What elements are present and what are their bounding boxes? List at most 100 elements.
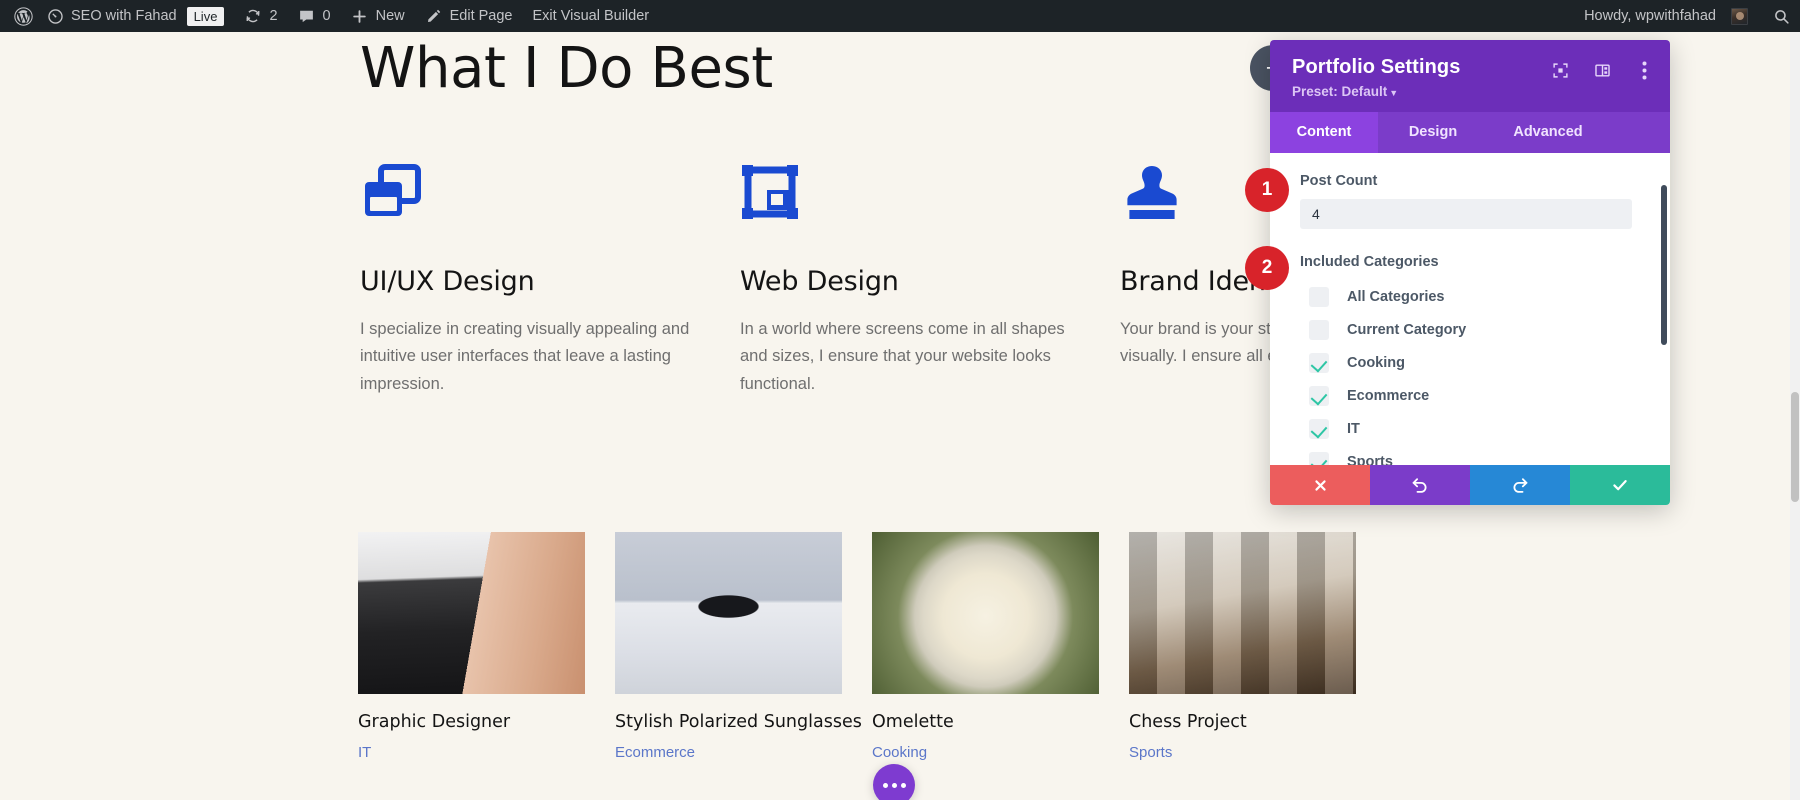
new-content-menu[interactable]: New xyxy=(341,0,415,32)
category-option-all-categories[interactable]: All Categories xyxy=(1300,280,1644,313)
portfolio-item-category[interactable]: Sports xyxy=(1129,744,1356,761)
tab-design[interactable]: Design xyxy=(1378,112,1488,153)
service-body: In a world where screens come in all sha… xyxy=(740,320,1065,393)
modal-body: Post Count Included Categories All Categ… xyxy=(1270,153,1670,465)
post-count-field: Post Count xyxy=(1300,173,1644,229)
portfolio-item-category[interactable]: IT xyxy=(358,744,585,761)
checkbox[interactable] xyxy=(1309,286,1329,307)
tab-content[interactable]: Content xyxy=(1270,112,1378,153)
exit-visual-builder-label: Exit Visual Builder xyxy=(532,8,650,24)
portfolio-item[interactable]: Graphic Designer IT xyxy=(358,532,585,761)
admin-bar-left-group: SEO with Fahad Live 2 0 New Edit Page Ex… xyxy=(0,0,659,32)
redo-button[interactable] xyxy=(1470,465,1570,505)
save-button[interactable] xyxy=(1570,465,1670,505)
portfolio-item-category[interactable]: Cooking xyxy=(872,744,1099,761)
panel-layout-icon[interactable] xyxy=(1592,60,1612,80)
updates-icon xyxy=(244,7,262,25)
page-scrollbar[interactable] xyxy=(1790,32,1800,800)
service-card: Web Design In a world where screens come… xyxy=(740,164,1120,398)
site-name-label: SEO with Fahad xyxy=(71,8,177,24)
edit-page-label: Edit Page xyxy=(449,8,513,24)
service-title: Web Design xyxy=(740,266,899,297)
settings-form: Post Count Included Categories All Categ… xyxy=(1270,153,1670,465)
focus-target-icon[interactable] xyxy=(1550,60,1570,80)
category-checkbox-list: All Categories Current Category Cooking xyxy=(1300,280,1644,465)
dot xyxy=(882,782,888,788)
page-scrollbar-thumb[interactable] xyxy=(1791,392,1799,502)
included-categories-field: Included Categories All Categories Curre… xyxy=(1300,254,1644,465)
wordpress-logo-icon[interactable] xyxy=(12,5,34,27)
crop-frame-icon xyxy=(740,164,1120,236)
omelette-plate-photo[interactable] xyxy=(872,532,1099,694)
sunglasses-photo[interactable] xyxy=(615,532,842,694)
category-option-sports[interactable]: Sports xyxy=(1300,445,1644,465)
category-option-it[interactable]: IT xyxy=(1300,412,1644,445)
howdy-label: Howdy, wpwithfahad xyxy=(1584,8,1716,24)
portfolio-item-title[interactable]: Graphic Designer xyxy=(358,712,585,732)
portfolio-item-title[interactable]: Omelette xyxy=(872,712,1099,732)
checkbox-checked[interactable] xyxy=(1309,451,1329,465)
live-badge[interactable]: Live xyxy=(186,6,225,26)
portfolio-item[interactable]: Omelette Cooking xyxy=(872,532,1099,761)
pencil-icon xyxy=(425,7,443,25)
preset-label: Preset: Default xyxy=(1292,84,1388,99)
checkbox-checked[interactable] xyxy=(1309,385,1329,406)
checkbox-checked[interactable] xyxy=(1309,418,1329,439)
category-label: Cooking xyxy=(1347,354,1405,371)
modal-footer xyxy=(1270,465,1670,505)
portfolio-item-category[interactable]: Ecommerce xyxy=(615,744,842,761)
updates-count: 2 xyxy=(269,8,278,24)
more-options-icon[interactable] xyxy=(873,764,915,800)
tab-advanced[interactable]: Advanced xyxy=(1488,112,1608,153)
close-x-icon xyxy=(1313,478,1328,493)
service-body: I specialize in creating visually appeal… xyxy=(360,320,690,393)
edit-page-menu[interactable]: Edit Page xyxy=(415,0,523,32)
site-name-menu[interactable]: SEO with Fahad Live xyxy=(36,0,234,32)
modal-scrollbar-thumb[interactable] xyxy=(1661,185,1667,345)
wp-admin-bar: SEO with Fahad Live 2 0 New Edit Page Ex… xyxy=(0,0,1800,32)
comments-menu[interactable]: 0 xyxy=(288,0,341,32)
post-count-input[interactable] xyxy=(1300,199,1632,229)
category-label: All Categories xyxy=(1347,288,1445,305)
exit-visual-builder-menu[interactable]: Exit Visual Builder xyxy=(523,0,660,32)
category-label: Sports xyxy=(1347,453,1393,466)
checkbox-checked[interactable] xyxy=(1309,352,1329,373)
updates-menu[interactable]: 2 xyxy=(234,0,287,32)
page-title: What I Do Best xyxy=(360,36,773,101)
comments-icon xyxy=(298,7,316,25)
portfolio-item-title[interactable]: Chess Project xyxy=(1129,712,1356,732)
portfolio-grid: Graphic Designer IT Stylish Polarized Su… xyxy=(358,532,1356,761)
my-account-menu[interactable]: Howdy, wpwithfahad xyxy=(1574,0,1758,32)
category-label: IT xyxy=(1347,420,1360,437)
post-count-label: Post Count xyxy=(1300,173,1378,189)
portfolio-item[interactable]: Stylish Polarized Sunglasses Ecommerce xyxy=(615,532,862,761)
laptop-hands-photo[interactable] xyxy=(358,532,585,694)
included-categories-label: Included Categories xyxy=(1300,254,1439,270)
portfolio-item-title[interactable]: Stylish Polarized Sunglasses xyxy=(615,712,862,732)
modal-tabs: Content Design Advanced xyxy=(1270,112,1670,153)
cancel-button[interactable] xyxy=(1270,465,1370,505)
avatar xyxy=(1731,7,1748,25)
preset-selector[interactable]: Preset: Default ▼ xyxy=(1292,84,1650,99)
service-title: UI/UX Design xyxy=(360,266,535,297)
portfolio-settings-modal: Portfolio Settings Preset: Default ▼ Con… xyxy=(1270,40,1670,505)
checkmark-icon xyxy=(1611,476,1629,494)
admin-bar-right-group: Howdy, wpwithfahad xyxy=(1574,0,1800,32)
dashboard-icon xyxy=(46,7,64,25)
modal-header: Portfolio Settings Preset: Default ▼ xyxy=(1270,40,1670,112)
checkbox[interactable] xyxy=(1309,319,1329,340)
category-option-cooking[interactable]: Cooking xyxy=(1300,346,1644,379)
category-option-current-category[interactable]: Current Category xyxy=(1300,313,1644,346)
search-icon[interactable] xyxy=(1772,7,1790,25)
modal-header-actions xyxy=(1550,60,1654,80)
category-option-ecommerce[interactable]: Ecommerce xyxy=(1300,379,1644,412)
step-marker-2: 2 xyxy=(1245,246,1289,290)
portfolio-item[interactable]: Chess Project Sports xyxy=(1129,532,1356,761)
chess-board-photo[interactable] xyxy=(1129,532,1356,694)
step-marker-1: 1 xyxy=(1245,168,1289,212)
vertical-dots-icon[interactable] xyxy=(1634,60,1654,80)
plus-icon xyxy=(351,7,369,25)
comments-count: 0 xyxy=(322,8,331,24)
redo-icon xyxy=(1511,476,1529,494)
undo-button[interactable] xyxy=(1370,465,1470,505)
